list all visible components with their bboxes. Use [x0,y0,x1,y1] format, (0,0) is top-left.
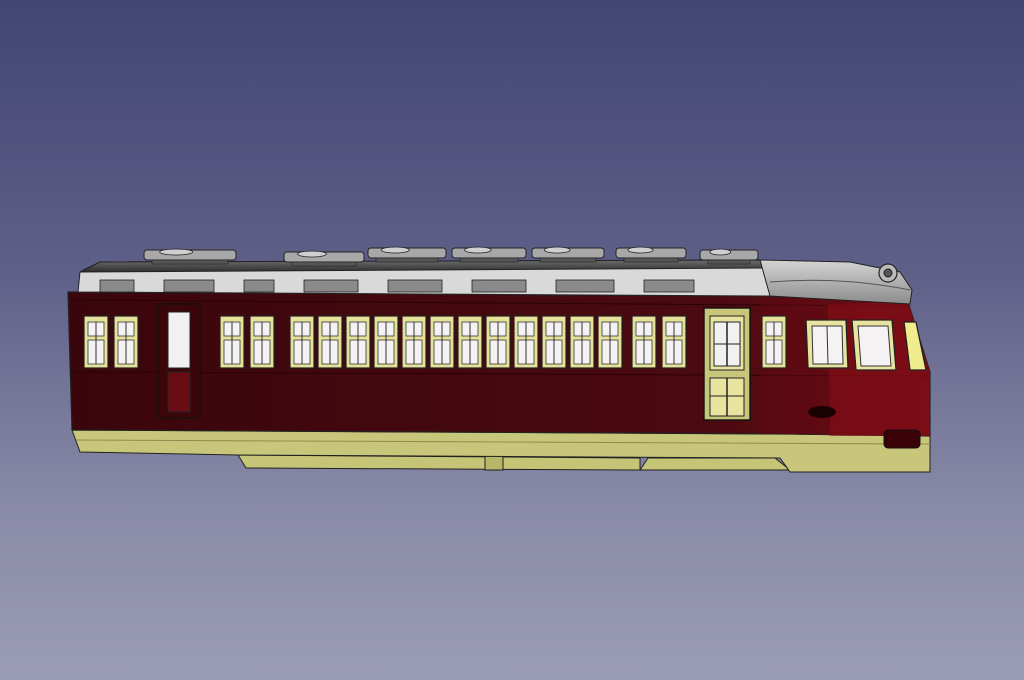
window-sash [345,315,371,369]
roof-vent-panel [99,279,135,293]
roof-vent-panel [643,279,695,293]
roof-equipment [451,246,527,263]
window-sash [83,315,109,369]
roof-equipment [143,248,237,265]
window-sash [513,315,539,369]
3d-viewport[interactable] [0,0,1024,680]
window-sash [429,315,455,369]
roof-vent-panel [555,279,615,293]
window-sash [761,315,787,369]
roof-vent-panel [387,279,443,293]
roof-equipment [615,246,687,263]
window-sash [401,315,427,369]
roof-equipment [699,248,759,265]
window-sash [457,315,483,369]
roof-vent-panel [471,279,527,293]
roof-equipment [531,246,605,263]
window-sash [249,315,275,369]
roof-equipment [367,246,447,263]
window-sash [569,315,595,369]
roof-vent-panel [163,279,215,293]
coupler-pocket [883,429,921,449]
window-sash [373,315,399,369]
window-sash [289,315,315,369]
window-sash [113,315,139,369]
roof-equipment [283,250,365,267]
headlight-recess [808,406,836,418]
window-sash [541,315,567,369]
roof-vent-panel [303,279,359,293]
window-sash [661,315,687,369]
center-door [703,307,751,421]
window-sash [631,315,657,369]
roof-vent-panel [243,279,275,293]
streetcar-model[interactable] [0,0,1024,680]
window-sash [317,315,343,369]
window-sash [485,315,511,369]
rear-door [157,303,201,419]
window-sash [597,315,623,369]
window-sash [219,315,245,369]
